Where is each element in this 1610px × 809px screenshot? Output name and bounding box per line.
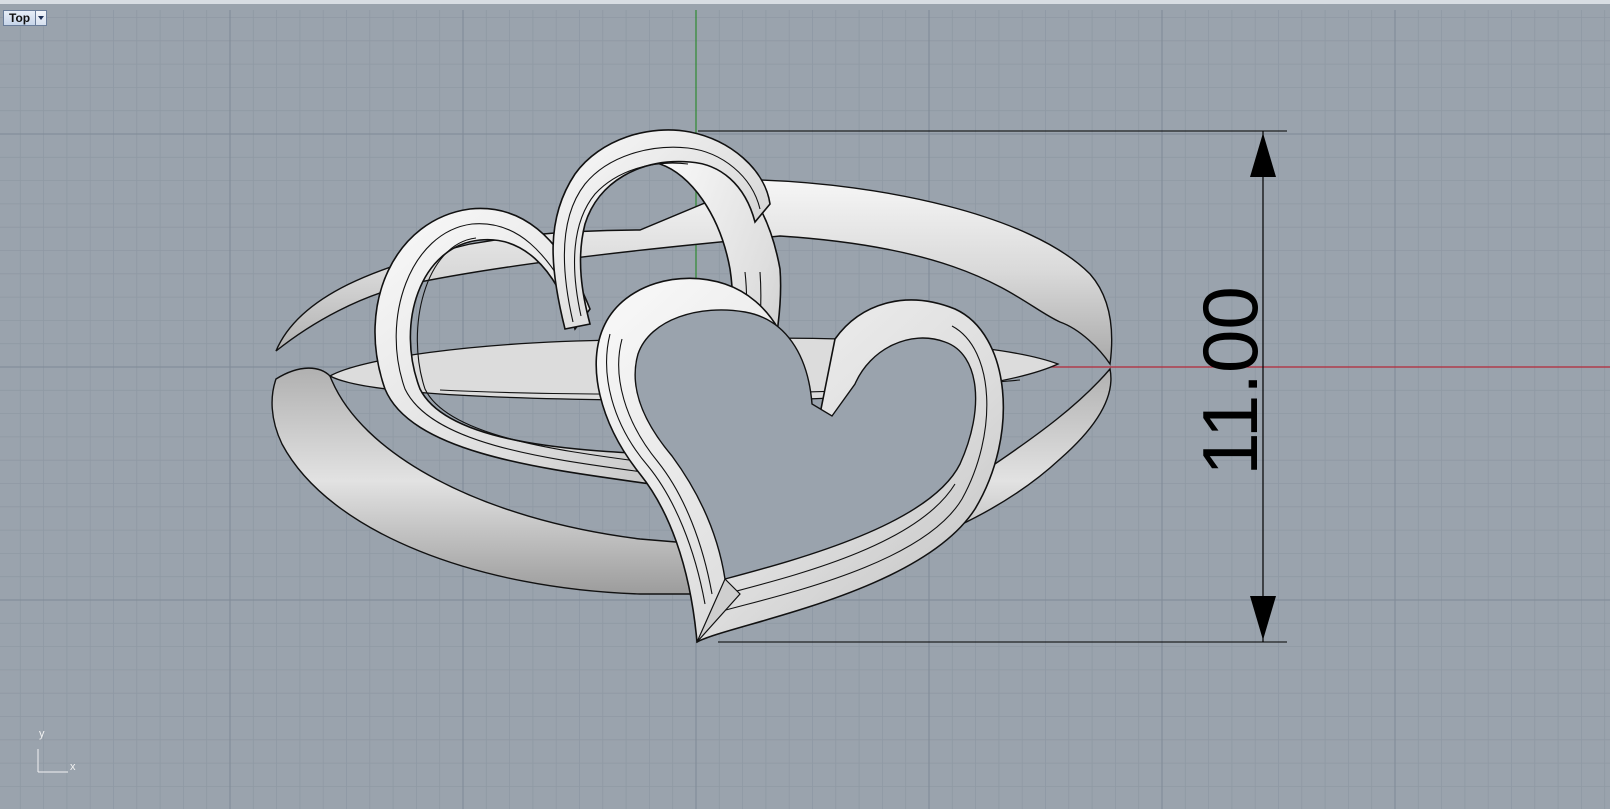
chevron-down-icon[interactable] (35, 11, 47, 25)
dimension-arrow-top (1250, 133, 1276, 177)
axis-label-y: y (39, 728, 45, 740)
viewport-canvas[interactable] (0, 4, 1610, 809)
ring-model[interactable] (271, 129, 1113, 644)
dimension-text[interactable]: 11.00 (1186, 281, 1274, 481)
top-viewport[interactable]: 11.00 y x Top (0, 0, 1610, 809)
world-axes-icon (37, 749, 68, 773)
viewport-title-tab[interactable]: Top (3, 10, 48, 26)
viewport-title[interactable]: Top (4, 11, 35, 25)
axis-label-x: x (70, 761, 76, 773)
dimension-arrow-bottom (1250, 596, 1276, 640)
